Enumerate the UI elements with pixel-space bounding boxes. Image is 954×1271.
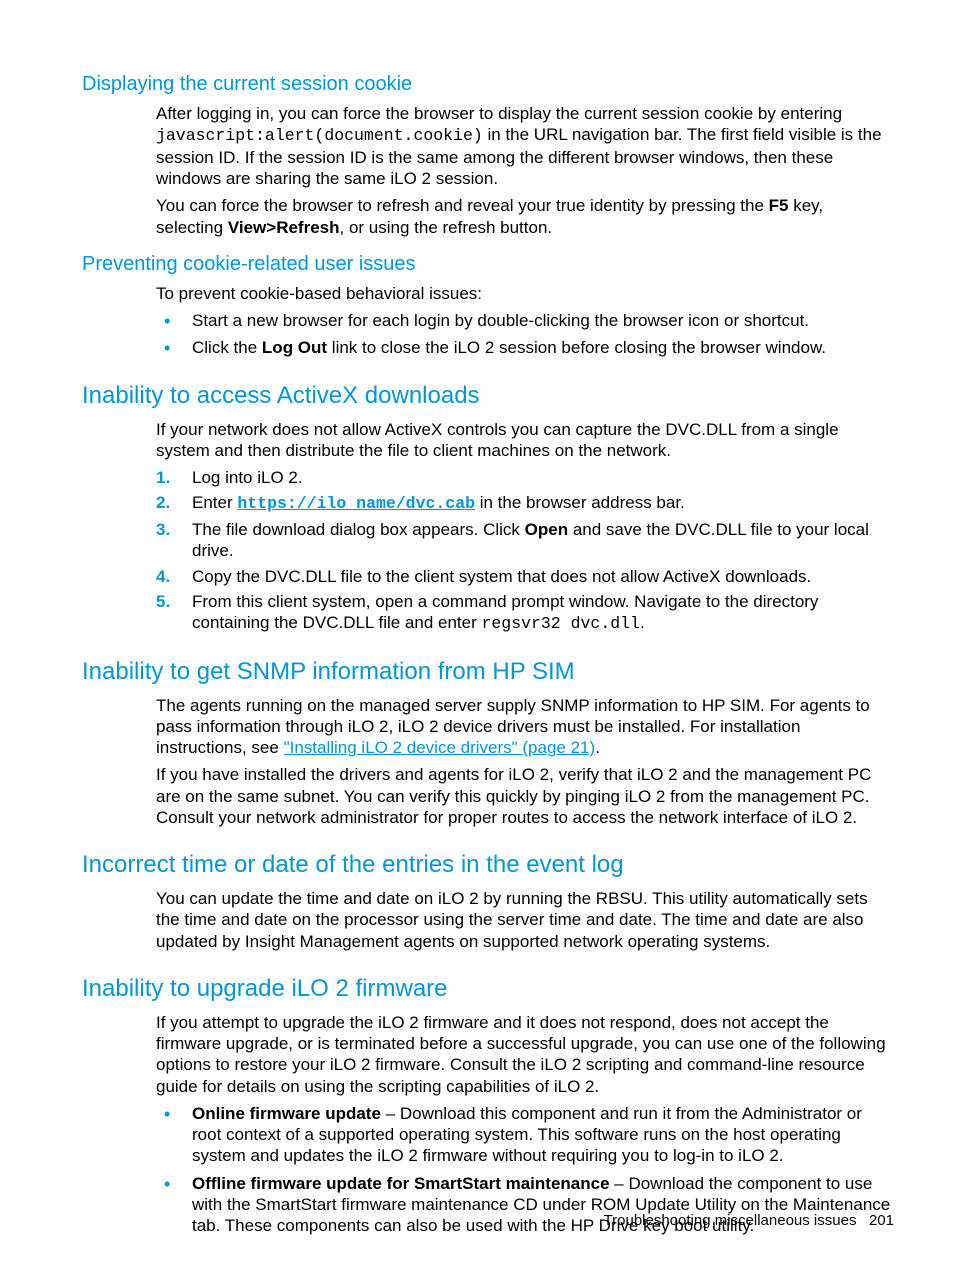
list-item: Online firmware update – Download this c…: [156, 1103, 894, 1167]
button-open: Open: [525, 520, 568, 539]
list-activex-steps: Log into iLO 2. Enter https://ilo_name/d…: [156, 467, 894, 635]
list-item: The file download dialog box appears. Cl…: [156, 519, 894, 562]
heading-prevent-cookie: Preventing cookie-related user issues: [82, 252, 894, 277]
code-regsvr: regsvr32 dvc.dll: [482, 614, 640, 633]
para-cookie1: After logging in, you can force the brow…: [156, 103, 894, 189]
section-time: You can update the time and date on iLO …: [156, 888, 894, 952]
list-item: Click the Log Out link to close the iLO …: [156, 337, 894, 358]
text: Log into iLO 2.: [192, 468, 303, 487]
list-prevent: Start a new browser for each login by do…: [156, 310, 894, 359]
section-snmp: The agents running on the managed server…: [156, 695, 894, 829]
text: .: [595, 738, 600, 757]
para-snmp2: If you have installed the drivers and ag…: [156, 764, 894, 828]
text: After logging in, you can force the brow…: [156, 104, 842, 123]
footer-section: Troubleshooting miscellaneous issues: [604, 1212, 857, 1229]
text: Click the: [192, 338, 262, 357]
heading-snmp: Inability to get SNMP information from H…: [82, 657, 894, 687]
section-firmware: If you attempt to upgrade the iLO 2 firm…: [156, 1012, 894, 1237]
section-cookie-display: After logging in, you can force the brow…: [156, 103, 894, 238]
text: .: [640, 613, 645, 632]
text: The file download dialog box appears. Cl…: [192, 520, 525, 539]
para-time: You can update the time and date on iLO …: [156, 888, 894, 952]
text: , or using the refresh button.: [340, 218, 553, 237]
para-prevent-intro: To prevent cookie-based behavioral issue…: [156, 283, 894, 304]
text: in the browser address bar.: [475, 493, 685, 512]
section-prevent-cookie: To prevent cookie-based behavioral issue…: [156, 283, 894, 359]
text: You can force the browser to refresh and…: [156, 196, 769, 215]
text: Start a new browser for each login by do…: [192, 311, 809, 330]
para-snmp1: The agents running on the managed server…: [156, 695, 894, 759]
menu-view-refresh: View>Refresh: [228, 218, 340, 237]
list-item: Enter https://ilo_name/dvc.cab in the br…: [156, 492, 894, 515]
text: link to close the iLO 2 session before c…: [327, 338, 826, 357]
list-item: Copy the DVC.DLL file to the client syst…: [156, 566, 894, 587]
heading-time: Incorrect time or date of the entries in…: [82, 850, 894, 880]
link-dvc-cab[interactable]: https://ilo_name/dvc.cab: [237, 494, 475, 513]
heading-cookie-display: Displaying the current session cookie: [82, 72, 894, 97]
list-item: Log into iLO 2.: [156, 467, 894, 488]
para-fw-intro: If you attempt to upgrade the iLO 2 firm…: [156, 1012, 894, 1097]
code-js-alert: javascript:alert(document.cookie): [156, 126, 483, 145]
para-activex-intro: If your network does not allow ActiveX c…: [156, 419, 894, 462]
heading-activex: Inability to access ActiveX downloads: [82, 381, 894, 411]
para-cookie2: You can force the browser to refresh and…: [156, 195, 894, 238]
section-activex: If your network does not allow ActiveX c…: [156, 419, 894, 635]
heading-firmware: Inability to upgrade iLO 2 firmware: [82, 974, 894, 1004]
label-online-update: Online firmware update: [192, 1104, 381, 1123]
label-offline-update: Offline firmware update for SmartStart m…: [192, 1174, 610, 1193]
page-number: 201: [869, 1212, 894, 1229]
list-item: From this client system, open a command …: [156, 591, 894, 635]
text: Copy the DVC.DLL file to the client syst…: [192, 567, 811, 586]
link-logout: Log Out: [262, 338, 327, 357]
link-install-drivers[interactable]: "Installing iLO 2 device drivers" (page …: [284, 738, 596, 757]
page-footer: Troubleshooting miscellaneous issues 201: [604, 1212, 894, 1231]
text: Enter: [192, 493, 237, 512]
key-f5: F5: [769, 196, 789, 215]
list-item: Start a new browser for each login by do…: [156, 310, 894, 331]
